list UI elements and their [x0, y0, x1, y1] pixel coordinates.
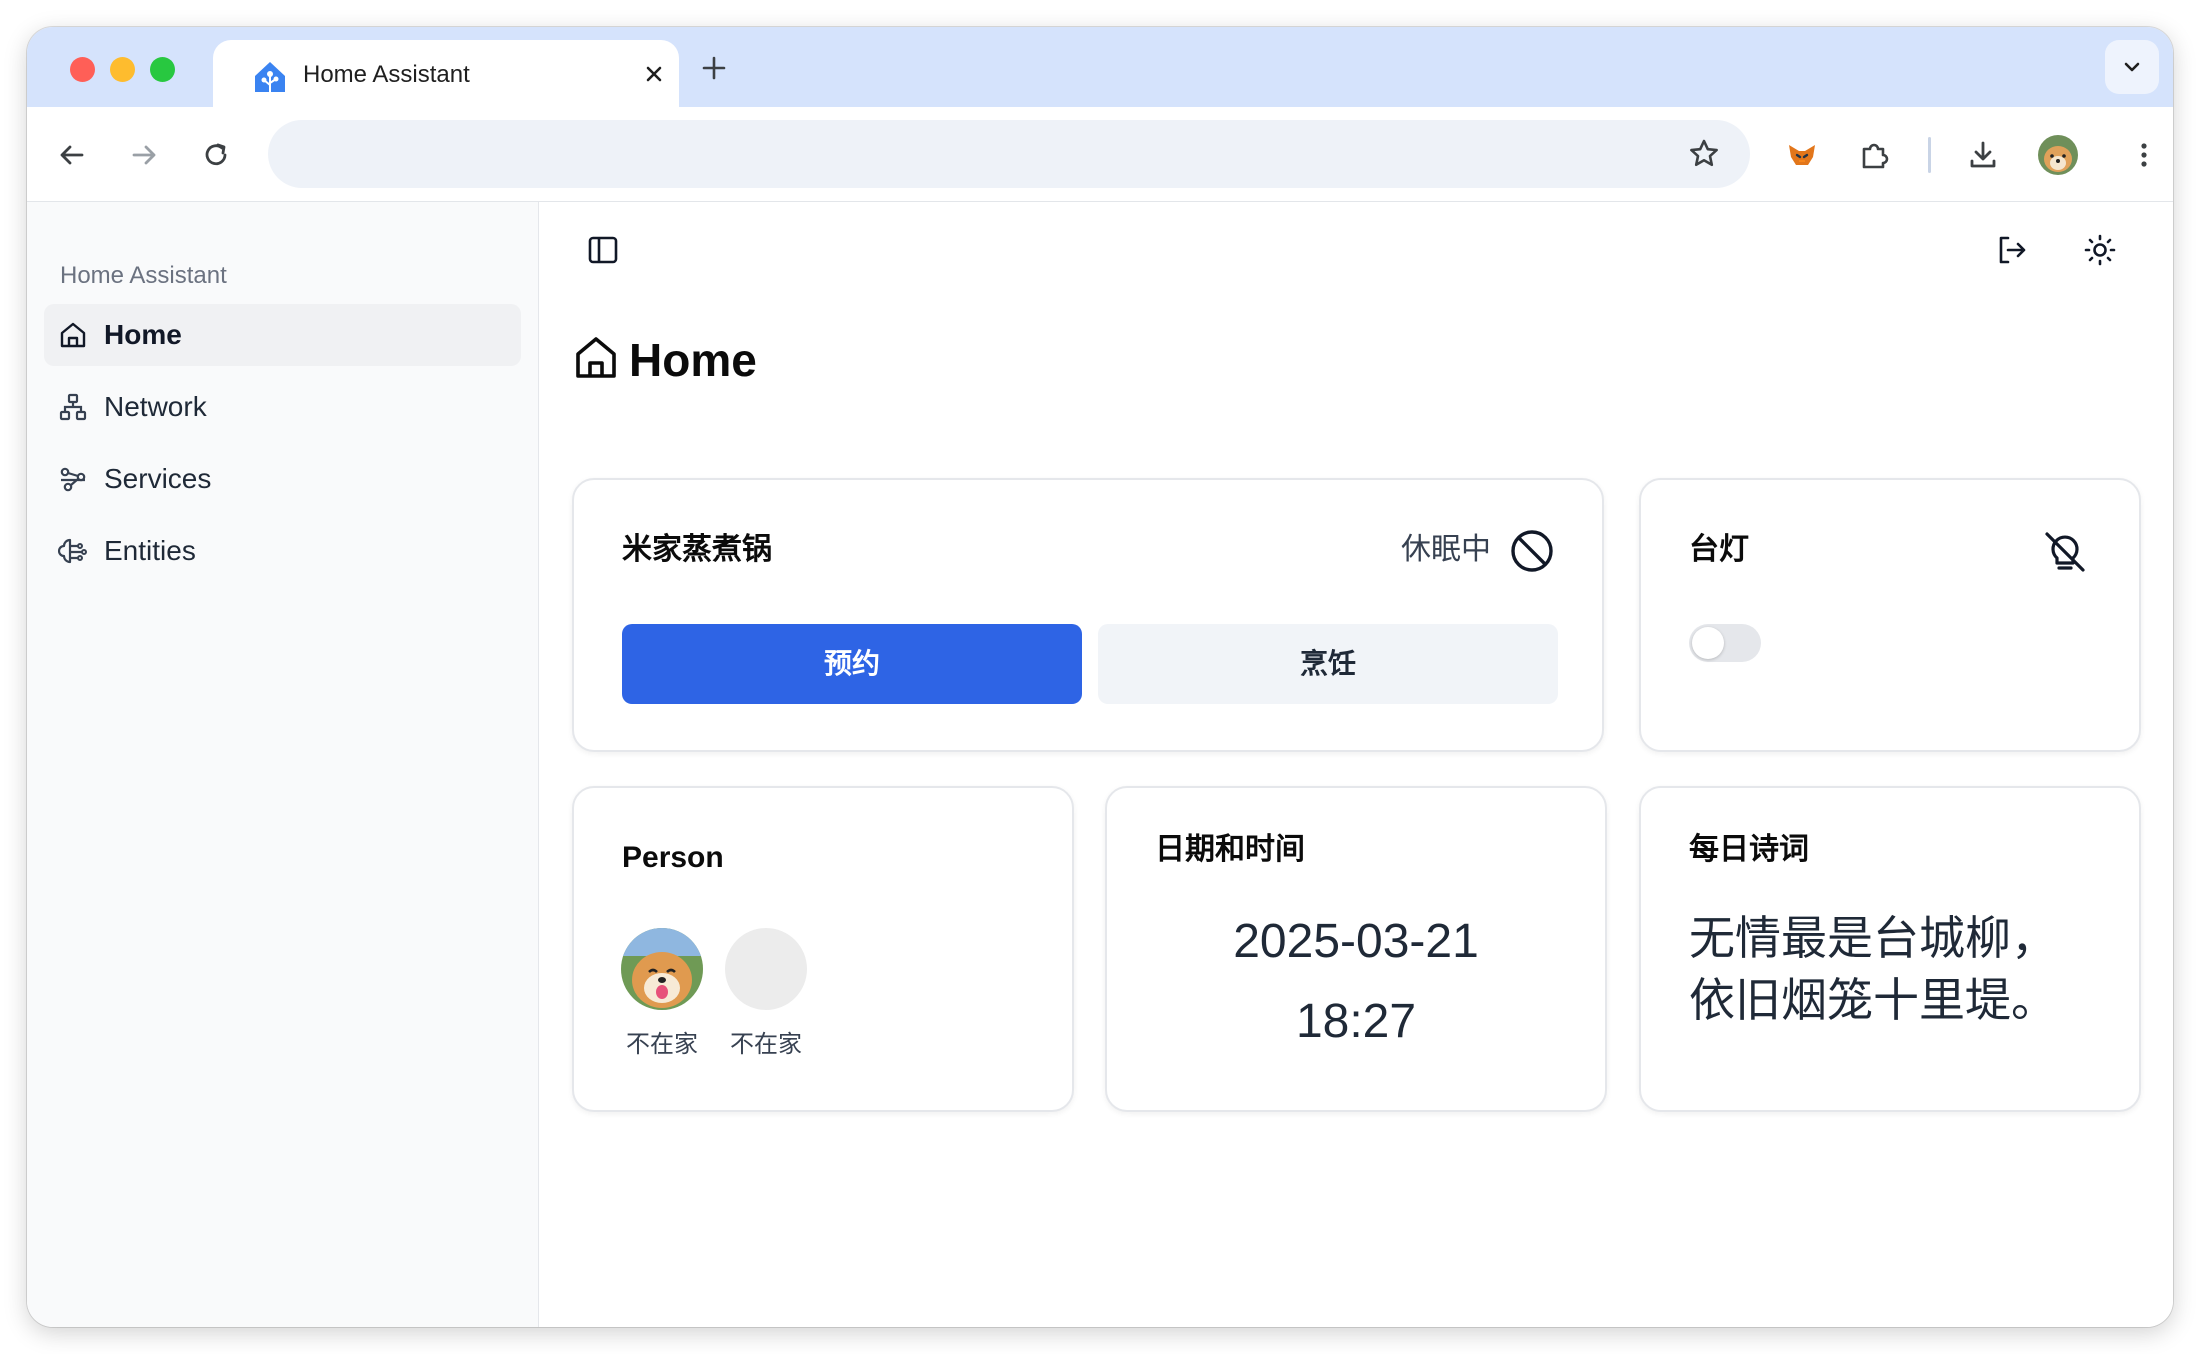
poem-line: 依旧烟笼十里堤。 — [1689, 974, 2057, 1026]
schedule-button[interactable]: 预约 — [622, 624, 1082, 704]
home-assistant-logo-icon — [255, 62, 285, 92]
back-arrow-icon[interactable] — [54, 137, 90, 173]
cooker-card-title: 米家蒸煮锅 — [622, 533, 772, 566]
reload-icon[interactable] — [198, 137, 234, 173]
sidebar-item-label: Network — [104, 391, 207, 422]
sidebar-item-home[interactable]: Home — [44, 304, 521, 366]
person-status: 不在家 — [626, 1031, 698, 1058]
minimize-window-button[interactable] — [110, 57, 135, 82]
sidebar-item-network[interactable]: Network — [44, 376, 521, 438]
cooker-status: 休眠中 — [1401, 533, 1491, 566]
new-tab-icon[interactable] — [699, 53, 729, 83]
person-avatar — [621, 928, 703, 1010]
lamp-toggle-switch[interactable] — [1689, 624, 1761, 662]
sidebar-item-entities[interactable]: Entities — [44, 520, 521, 582]
browser-menu-icon[interactable] — [2126, 137, 2162, 173]
download-icon[interactable] — [1965, 137, 2001, 173]
page-title: Home — [629, 334, 757, 386]
sidebar-item-label: Entities — [104, 535, 196, 566]
main-content: Home 米家蒸煮锅 休眠中 预约 烹饪 台灯 Person 不在家 不在家 日… — [539, 202, 2173, 1327]
person-card-title: Person — [622, 841, 724, 874]
browser-tab[interactable]: Home Assistant — [213, 40, 679, 107]
lamp-card: 台灯 — [1639, 478, 2141, 752]
poem-card-title: 每日诗词 — [1689, 833, 1809, 866]
sleep-block-icon — [1511, 530, 1553, 572]
sidebar-heading: Home Assistant — [60, 262, 227, 289]
sidebar-item-label: Services — [104, 463, 212, 494]
lightbulb-off-icon — [2045, 532, 2085, 572]
poem-card: 每日诗词 无情最是台城柳， 依旧烟笼十里堤。 — [1639, 786, 2141, 1112]
sidebar: Home Assistant Home Network Services Ent… — [27, 202, 539, 1327]
tab-search-button[interactable] — [2105, 40, 2159, 94]
poem-line: 无情最是台城柳， — [1689, 912, 2057, 964]
metamask-extension-icon[interactable] — [1784, 137, 1820, 173]
date-display: 2025-03-21 — [1233, 915, 1479, 968]
close-window-button[interactable] — [70, 57, 95, 82]
person-card: Person 不在家 不在家 — [572, 786, 1074, 1112]
close-tab-icon[interactable] — [639, 59, 669, 89]
bookmark-star-icon[interactable] — [1686, 136, 1722, 172]
extensions-puzzle-icon[interactable] — [1856, 137, 1892, 173]
dog-avatar-icon — [621, 928, 703, 1010]
address-bar[interactable] — [268, 120, 1750, 188]
datetime-card: 日期和时间 2025-03-21 18:27 — [1105, 786, 1607, 1112]
person-item[interactable]: 不在家 — [724, 928, 808, 1059]
tab-title: Home Assistant — [303, 61, 470, 88]
network-icon — [59, 393, 87, 421]
datetime-card-title: 日期和时间 — [1155, 833, 1305, 866]
sidebar-item-label: Home — [104, 319, 182, 350]
cooker-card: 米家蒸煮锅 休眠中 预约 烹饪 — [572, 478, 1604, 752]
services-icon — [60, 467, 86, 492]
forward-arrow-icon[interactable] — [126, 137, 162, 173]
profile-avatar[interactable] — [2038, 135, 2078, 175]
person-item[interactable]: 不在家 — [620, 928, 704, 1059]
dog-avatar-icon — [2038, 135, 2078, 175]
person-avatar-placeholder — [725, 928, 807, 1010]
browser-toolbar — [27, 107, 2173, 202]
sidebar-item-services[interactable]: Services — [44, 448, 521, 510]
browser-window: Home Assistant Home Assistant Home Netwo… — [27, 27, 2173, 1327]
address-input[interactable] — [298, 134, 1658, 174]
home-icon — [576, 337, 616, 378]
toolbar-divider — [1928, 137, 1931, 173]
cook-button[interactable]: 烹饪 — [1098, 624, 1558, 704]
person-status: 不在家 — [730, 1031, 802, 1058]
time-display: 18:27 — [1295, 995, 1417, 1048]
theme-sun-icon[interactable] — [2082, 232, 2118, 268]
chevron-down-icon — [2124, 62, 2140, 72]
tab-strip: Home Assistant — [27, 27, 2173, 107]
toggle-sidebar-icon[interactable] — [585, 232, 621, 268]
maximize-window-button[interactable] — [150, 57, 175, 82]
entities-icon — [58, 538, 87, 564]
lamp-card-title: 台灯 — [1689, 533, 1749, 566]
home-icon — [60, 322, 86, 348]
toggle-knob — [1692, 627, 1724, 659]
logout-icon[interactable] — [1994, 232, 2030, 268]
